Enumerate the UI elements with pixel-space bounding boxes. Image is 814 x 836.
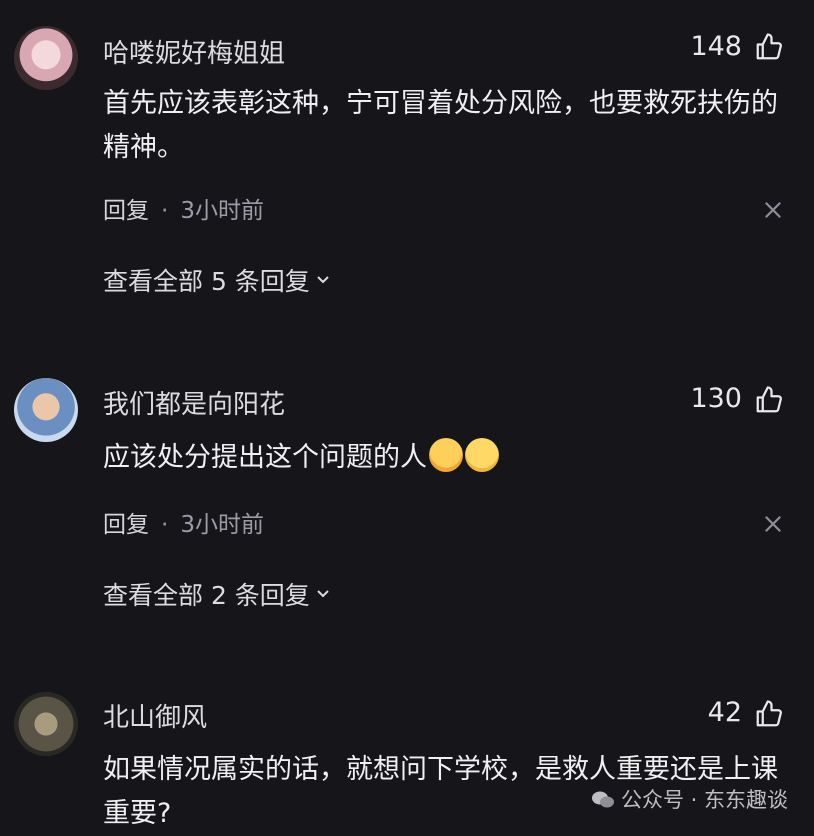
avatar[interactable] [14, 692, 78, 756]
watermark: 公众号 · 东东趣谈 [591, 784, 788, 814]
face-with-rolling-eyes-icon [465, 438, 499, 472]
close-icon[interactable] [762, 199, 784, 221]
view-replies-label: 查看全部 2 条回复 [103, 581, 310, 610]
separator: · [161, 512, 169, 538]
reply-button[interactable]: 回复 [103, 198, 149, 224]
timestamp: 3小时前 [180, 198, 264, 224]
comment-text-row: 应该处分提出这个问题的人 [103, 436, 793, 480]
avatar[interactable] [14, 26, 78, 90]
chevron-down-icon [317, 276, 329, 284]
view-replies-link[interactable]: 查看全部 5 条回复 [103, 262, 330, 298]
reply-button[interactable]: 回复 [103, 512, 149, 538]
chevron-down-icon [317, 590, 329, 598]
like-count: 130 [690, 383, 742, 414]
wechat-icon [591, 791, 614, 808]
view-replies-link[interactable]: 查看全部 2 条回复 [103, 576, 330, 612]
like-count: 42 [707, 697, 742, 728]
comment-meta: 回复 · 3小时前 [103, 505, 264, 539]
close-icon[interactable] [762, 513, 784, 535]
username[interactable]: 哈喽妮好梅姐姐 [103, 33, 285, 70]
watermark-text: 公众号 · 东东趣谈 [620, 788, 788, 812]
comment-text: 应该处分提出这个问题的人 [103, 442, 427, 473]
username[interactable]: 我们都是向阳花 [103, 384, 285, 421]
thumbs-up-icon[interactable] [754, 699, 784, 729]
avatar[interactable] [14, 378, 78, 442]
separator: · [161, 198, 169, 224]
timestamp: 3小时前 [180, 512, 264, 538]
username[interactable]: 北山御风 [103, 697, 207, 734]
thumbs-up-icon[interactable] [754, 32, 784, 62]
comment-meta: 回复 · 3小时前 [103, 191, 264, 225]
thumbs-up-icon[interactable] [754, 385, 784, 415]
like-count: 148 [690, 31, 742, 62]
view-replies-label: 查看全部 5 条回复 [103, 267, 310, 296]
comment-text: 首先应该表彰这种，宁可冒着处分风险，也要救死扶伤的精神。 [103, 88, 778, 163]
face-holding-back-tears-icon [429, 438, 463, 472]
